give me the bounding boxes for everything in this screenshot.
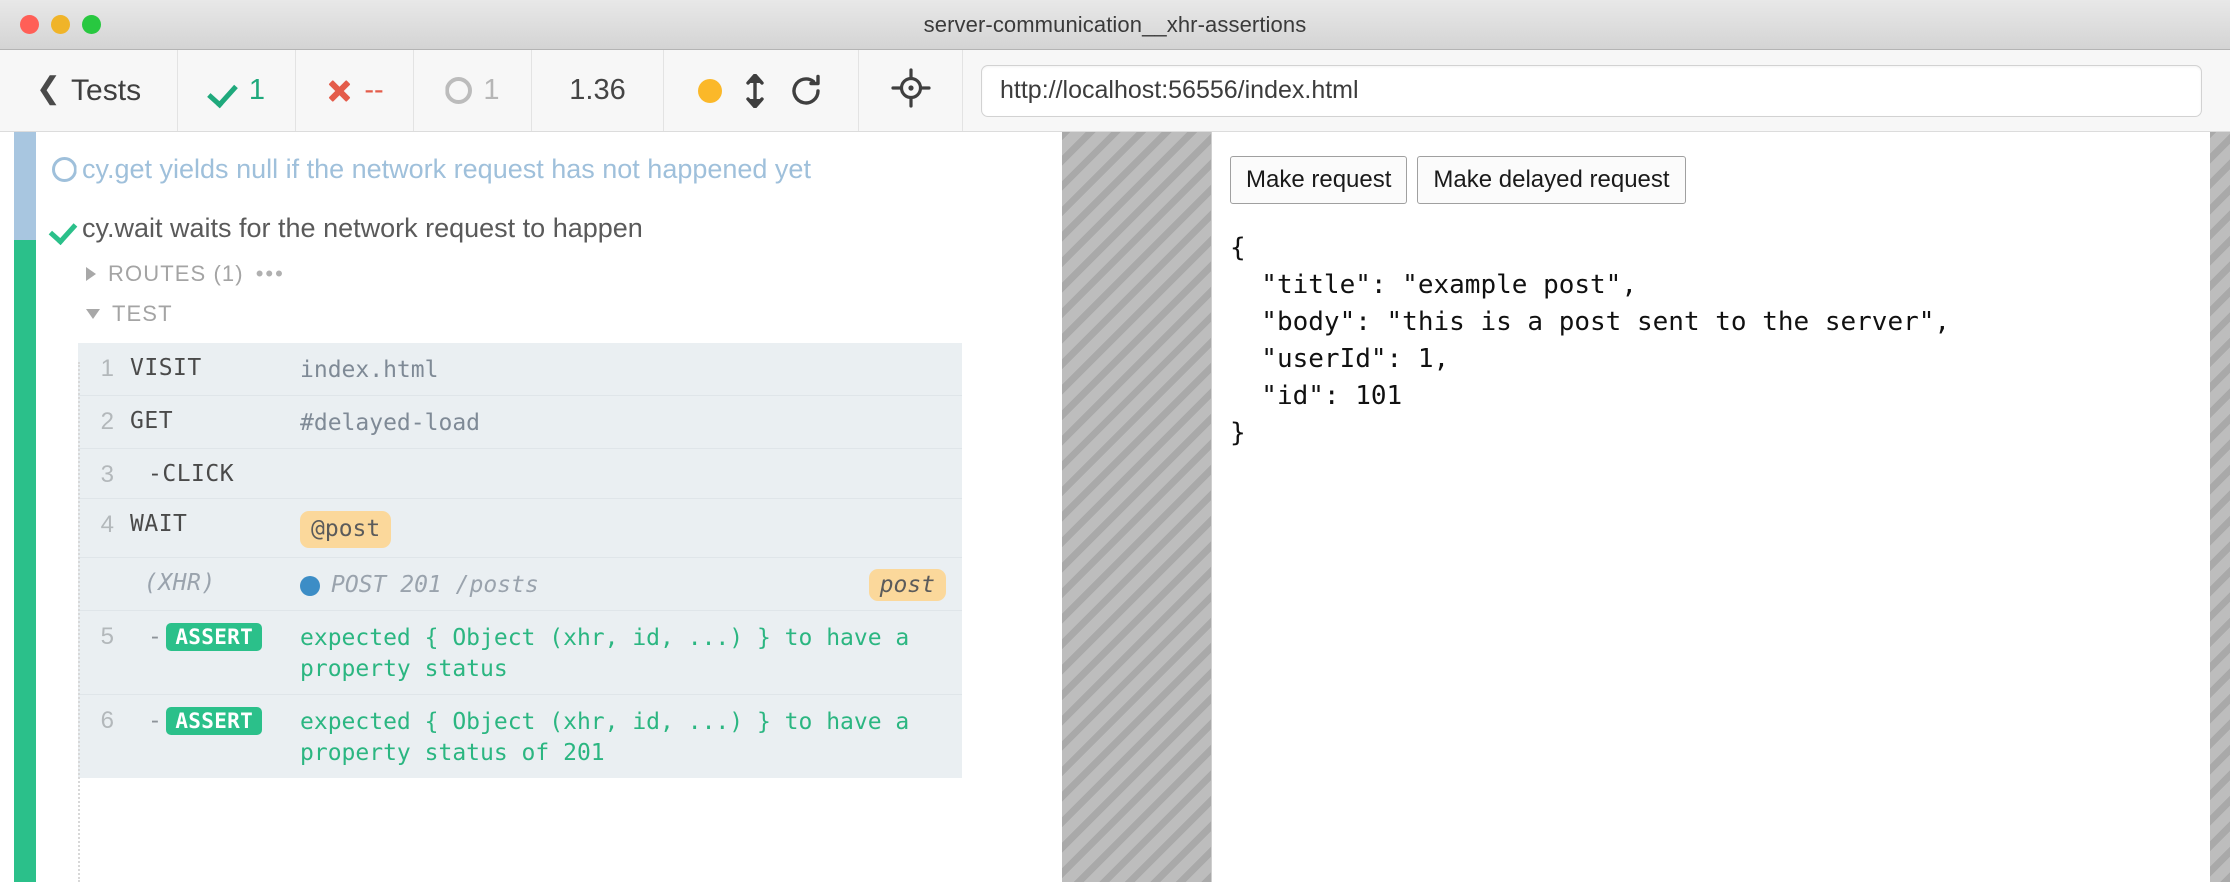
viewport-stripes-right — [2210, 132, 2230, 882]
command-message: index.html — [300, 357, 439, 384]
window-title: server-communication__xhr-assertions — [923, 11, 1307, 37]
stat-pending-value: 1 — [483, 74, 500, 106]
command-name: -CLICK — [148, 461, 235, 488]
command-name: WAIT — [130, 511, 188, 538]
command-name: - ASSERT — [130, 704, 300, 736]
response-json: { "title": "example post", "body": "this… — [1230, 233, 1951, 448]
assert-badge: ASSERT — [166, 707, 263, 736]
alias-badge: @post — [300, 511, 392, 549]
command-name: (XHR) — [144, 570, 216, 597]
command-row[interactable]: 3 -CLICK — [78, 449, 962, 500]
window-titlebar: server-communication__xhr-assertions — [0, 0, 2230, 50]
command-row-assert[interactable]: 5 - ASSERT expected { Object (xhr, id, ..… — [78, 611, 962, 696]
stat-passed: 1 — [178, 50, 296, 131]
chevron-right-icon — [86, 267, 96, 282]
make-delayed-request-button[interactable]: Make delayed request — [1417, 156, 1686, 204]
status-bar-pending — [14, 132, 36, 240]
section-routes-menu-icon[interactable]: ••• — [256, 261, 285, 287]
xhr-status-dot-icon — [300, 575, 320, 596]
crosshair-icon — [890, 68, 931, 113]
command-message: #delayed-load — [300, 410, 481, 437]
command-message: POST 201 /posts — [300, 567, 869, 601]
alias-badge: post — [868, 569, 946, 602]
test-status-bars — [14, 132, 36, 882]
zoom-button[interactable] — [82, 15, 101, 34]
command-message: @post — [300, 508, 946, 549]
app-button-row: Make request Make delayed request — [1230, 156, 2210, 204]
xhr-alias-container: post — [868, 567, 946, 602]
xhr-summary: POST 201 /posts — [331, 572, 539, 599]
command-row[interactable]: 1 VISIT index.html — [78, 343, 962, 397]
command-name: VISIT — [130, 355, 202, 382]
test-item-pending[interactable]: cy.get yields null if the network reques… — [0, 146, 1062, 193]
section-test-label: TEST — [112, 301, 173, 327]
traffic-lights — [0, 15, 101, 34]
command-name: GET — [130, 408, 174, 435]
child-dash: - — [148, 707, 163, 734]
command-number: 3 — [100, 461, 114, 489]
section-routes-label: ROUTES (1) — [108, 261, 244, 287]
section-test[interactable]: TEST — [0, 297, 1062, 337]
command-number: 2 — [100, 408, 114, 436]
section-routes[interactable]: ROUTES (1) ••• — [0, 251, 1062, 297]
command-message — [300, 458, 946, 461]
minimize-button[interactable] — [51, 15, 70, 34]
ring-icon — [46, 152, 82, 187]
stat-failed-value: -- — [364, 74, 384, 106]
command-number — [78, 567, 130, 570]
check-icon — [46, 211, 82, 246]
ring-icon — [445, 77, 473, 104]
command-guide-line — [78, 362, 80, 882]
url-bar-container: http://localhost:56556/index.html — [963, 50, 2230, 131]
xhr-row[interactable]: (XHR) POST 201 /posts post — [78, 558, 962, 612]
app-window: server-communication__xhr-assertions ❮ T… — [0, 0, 2230, 882]
test-list: cy.get yields null if the network reques… — [0, 132, 1062, 251]
runner-toolbar: ❮ Tests 1 -- 1 1.36 http://localhost:565… — [0, 50, 2230, 132]
command-row[interactable]: 2 GET #delayed-load — [78, 396, 962, 450]
close-button[interactable] — [20, 15, 39, 34]
command-name: - ASSERT — [130, 620, 300, 652]
status-bar-passed — [14, 240, 36, 882]
url-input[interactable]: http://localhost:56556/index.html — [981, 64, 2202, 117]
command-log-panel: cy.get yields null if the network reques… — [0, 132, 1062, 882]
command-list: 1 VISIT index.html 2 GET #delayed-load 3… — [78, 343, 962, 779]
duration-value: 1.36 — [569, 74, 626, 106]
app-preview-panel: Make request Make delayed request { "tit… — [1062, 132, 2230, 882]
stat-passed-value: 1 — [248, 74, 266, 106]
test-item-passed[interactable]: cy.wait waits for the network request to… — [0, 205, 1062, 252]
stat-duration: 1.36 — [532, 50, 664, 131]
x-icon — [325, 77, 353, 105]
runner-body: cy.get yields null if the network reques… — [0, 132, 2230, 882]
assert-message: expected { Object (xhr, id, ...) } to ha… — [300, 709, 910, 767]
up-down-arrow-icon[interactable] — [744, 73, 766, 108]
amber-dot-icon[interactable] — [698, 78, 722, 103]
runner-controls — [664, 50, 859, 131]
assert-message: expected { Object (xhr, id, ...) } to ha… — [300, 625, 910, 683]
back-to-tests-label: Tests — [71, 73, 142, 107]
command-row[interactable]: 4 WAIT @post — [78, 499, 962, 559]
command-number: 4 — [100, 511, 114, 539]
back-to-tests-button[interactable]: ❮ Tests — [0, 50, 178, 131]
stat-failed: -- — [296, 50, 414, 131]
test-title: cy.get yields null if the network reques… — [82, 154, 811, 184]
command-number: 5 — [100, 623, 114, 651]
chevron-left-icon: ❮ — [35, 72, 62, 105]
child-dash: - — [148, 623, 163, 650]
command-row-assert[interactable]: 6 - ASSERT expected { Object (xhr, id, ..… — [78, 695, 962, 779]
command-number: 6 — [100, 707, 114, 735]
make-request-button[interactable]: Make request — [1230, 156, 1408, 204]
test-title: cy.wait waits for the network request to… — [82, 212, 643, 243]
restart-icon[interactable] — [788, 73, 824, 109]
assert-badge: ASSERT — [166, 623, 263, 652]
test-stats: 1 -- 1 1.36 — [178, 50, 664, 131]
chevron-down-icon — [86, 309, 100, 320]
selector-playground-button[interactable] — [859, 50, 963, 131]
check-icon — [208, 76, 238, 106]
aut-iframe: Make request Make delayed request { "tit… — [1212, 132, 2210, 882]
stat-pending: 1 — [414, 50, 532, 131]
command-number: 1 — [100, 355, 114, 383]
viewport-stripes-left — [1062, 132, 1212, 882]
